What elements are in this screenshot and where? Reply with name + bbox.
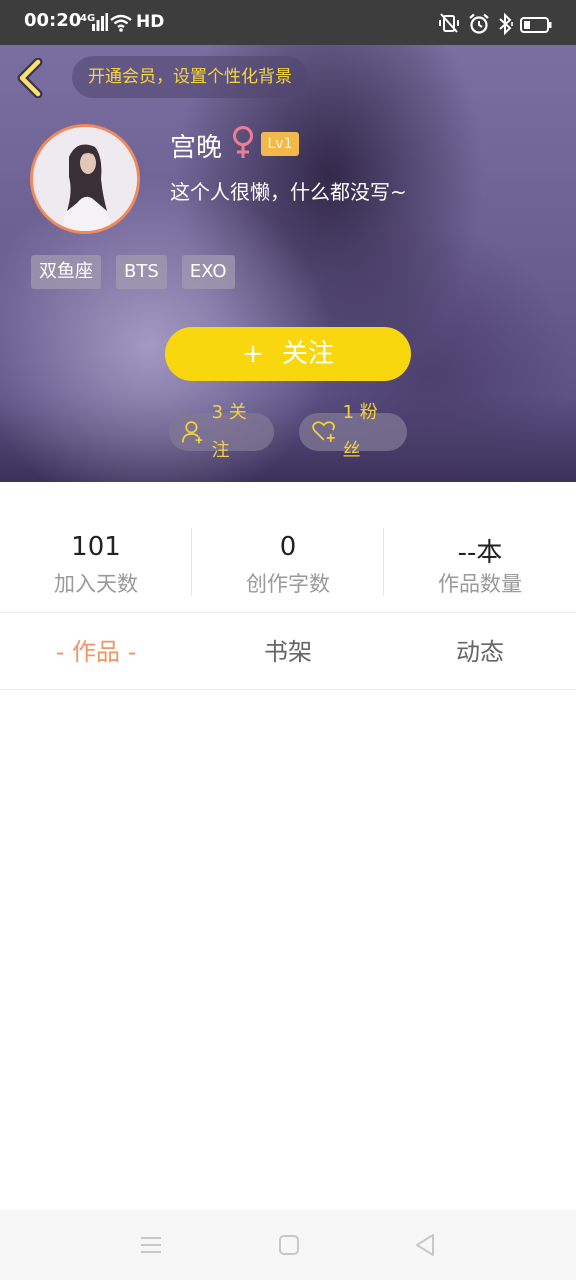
signal-icon (92, 13, 108, 31)
alarm-icon (469, 13, 489, 34)
profile-bio: 这个人很懒，什么都没写~ (170, 180, 407, 204)
avatar[interactable] (30, 124, 140, 234)
back-chevron-icon[interactable] (14, 58, 48, 98)
user-plus-icon (182, 421, 203, 444)
tab-bookshelf[interactable]: 书架 (192, 613, 384, 689)
home-square-icon[interactable] (278, 1234, 300, 1256)
follow-label: 关注 (281, 339, 334, 369)
tag-item[interactable]: 双鱼座 (31, 255, 101, 289)
stat-label: 作品数量 (438, 572, 522, 596)
menu-icon[interactable] (140, 1234, 162, 1256)
vibrate-mute-icon (439, 13, 459, 33)
wifi-icon (110, 14, 132, 32)
fans-count: 1 粉丝 (342, 402, 378, 461)
stat-value: --本 (457, 538, 503, 568)
fans-count-button[interactable]: 1 粉丝 (299, 402, 407, 461)
back-triangle-icon[interactable] (413, 1232, 437, 1258)
level-badge: Lv1 (261, 132, 299, 156)
profile-tabs: - 作品 - 书架 动态 (0, 612, 576, 690)
tab-activity[interactable]: 动态 (384, 613, 576, 689)
profile-header: 开通会员，设置个性化背景 宫晚 Lv1 这个人很懒，什么都没写~ 双鱼座 BTS… (0, 45, 576, 482)
status-bar: 00:20 4G HD (0, 0, 576, 45)
username: 宫晚 (170, 133, 223, 163)
heart-plus-icon (312, 421, 335, 442)
tag-list: 双鱼座 BTS EXO (31, 255, 235, 289)
following-count: 3 关注 (211, 402, 247, 461)
stat-value: 0 (279, 532, 297, 562)
follow-button[interactable]: + 关注 (165, 327, 411, 381)
hd-indicator: HD (136, 12, 165, 32)
battery-icon (520, 17, 552, 33)
following-count-button[interactable]: 3 关注 (169, 402, 274, 461)
system-nav-bar (0, 1210, 576, 1280)
stat-works-count: --本 作品数量 (384, 482, 576, 612)
stat-value: 101 (71, 532, 121, 562)
female-icon (233, 126, 253, 158)
stat-join-days: 101 加入天数 (0, 482, 192, 612)
bluetooth-icon (499, 13, 513, 35)
tag-item[interactable]: BTS (116, 255, 167, 289)
tab-works[interactable]: - 作品 - (0, 613, 192, 689)
stat-label: 加入天数 (54, 572, 138, 596)
status-time: 00:20 (24, 10, 82, 31)
plus-icon: + (242, 339, 264, 369)
vip-background-button[interactable]: 开通会员，设置个性化背景 (72, 56, 308, 98)
stat-label: 创作字数 (246, 572, 330, 596)
avatar-photo (33, 127, 137, 231)
tag-item[interactable]: EXO (181, 255, 235, 289)
stat-word-count: 0 创作字数 (192, 482, 384, 612)
stats-row: 101 加入天数 0 创作字数 --本 作品数量 (0, 482, 576, 612)
